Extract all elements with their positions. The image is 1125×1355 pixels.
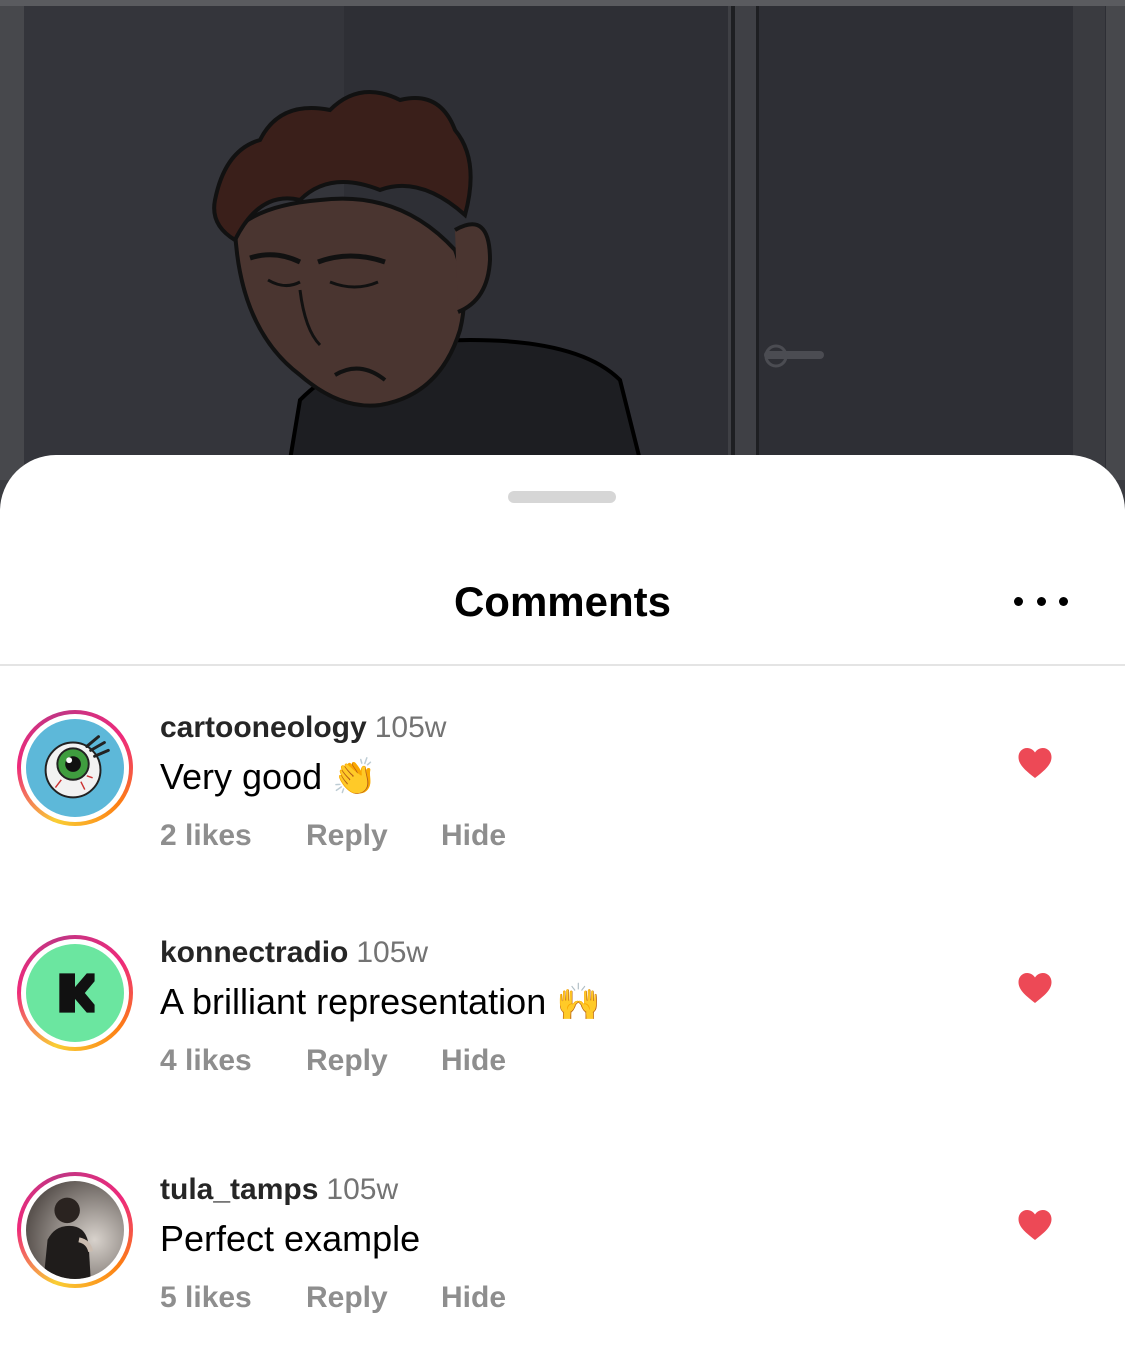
comment-text: A brilliant representation 🙌 — [160, 979, 601, 1025]
heart-filled-icon[interactable] — [1017, 971, 1053, 1005]
more-horizontal-icon-dot — [1036, 596, 1046, 606]
more-horizontal-icon-dot — [1014, 596, 1023, 606]
comment-header: tula_tamps 105w — [160, 1172, 398, 1208]
comment-header: cartooneology 105w — [160, 710, 446, 746]
eyeball-avatar — [26, 719, 124, 817]
heart-filled-icon[interactable] — [1017, 746, 1053, 780]
likes-count-link[interactable]: 5 likes — [160, 1280, 306, 1316]
comment-row: tula_tamps 105w Perfect example 5 likes Re… — [0, 1172, 1125, 1332]
comment-username[interactable]: konnectradio — [160, 936, 348, 969]
comment-body: Very good — [160, 756, 323, 797]
comment-actions: 2 likes Reply Hide — [160, 818, 506, 854]
cartoon-scene-image — [0, 0, 1125, 480]
likes-count-link[interactable]: 2 likes — [160, 818, 306, 854]
hide-button[interactable]: Hide — [441, 818, 506, 854]
hide-button[interactable]: Hide — [441, 1043, 506, 1079]
person-photo-avatar — [26, 1181, 124, 1279]
avatar-story-ring[interactable] — [17, 710, 133, 826]
k-logo-avatar — [26, 944, 124, 1042]
reply-button[interactable]: Reply — [306, 818, 441, 854]
comment-row: konnectradio 105w A brilliant representat… — [0, 935, 1125, 1095]
reply-button[interactable]: Reply — [306, 1280, 441, 1316]
heart-filled-icon[interactable] — [1017, 1208, 1053, 1242]
reply-button[interactable]: Reply — [306, 1043, 441, 1079]
sheet-grabber-handle[interactable] — [508, 491, 616, 503]
comment-text: Perfect example — [160, 1216, 420, 1262]
comment-header: konnectradio 105w — [160, 935, 428, 971]
comment-timestamp: 105w — [356, 936, 429, 969]
more-options-button[interactable] — [1010, 581, 1072, 621]
comment-body: Perfect example — [160, 1218, 421, 1259]
comment-username[interactable]: tula_tamps — [160, 1173, 318, 1206]
comment-actions: 5 likes Reply Hide — [160, 1280, 506, 1316]
comment-body: A brilliant representation — [160, 981, 547, 1022]
likes-count-link[interactable]: 4 likes — [160, 1043, 306, 1079]
comment-username[interactable]: cartooneology — [160, 711, 367, 744]
header-divider — [0, 664, 1125, 666]
video-frame[interactable] — [0, 0, 1125, 480]
comment-timestamp: 105w — [326, 1173, 399, 1206]
avatar-story-ring[interactable] — [17, 1172, 133, 1288]
more-horizontal-icon-dot — [1059, 596, 1068, 606]
comment-text: Very good 👏 — [160, 754, 377, 800]
comment-actions: 4 likes Reply Hide — [160, 1043, 506, 1079]
hide-button[interactable]: Hide — [441, 1280, 506, 1316]
raising-hands-emoji: 🙌 — [556, 981, 602, 1022]
comment-timestamp: 105w — [374, 711, 447, 744]
sheet-title: Comments — [453, 578, 672, 625]
comment-row: cartooneology 105w Very good 👏 2 likes Repl… — [0, 710, 1125, 870]
comments-sheet: Comments cartooneology 105w Very good 👏 … — [0, 455, 1125, 1355]
clapping-hands-emoji: 👏 — [332, 756, 377, 797]
avatar-story-ring[interactable] — [17, 935, 133, 1051]
